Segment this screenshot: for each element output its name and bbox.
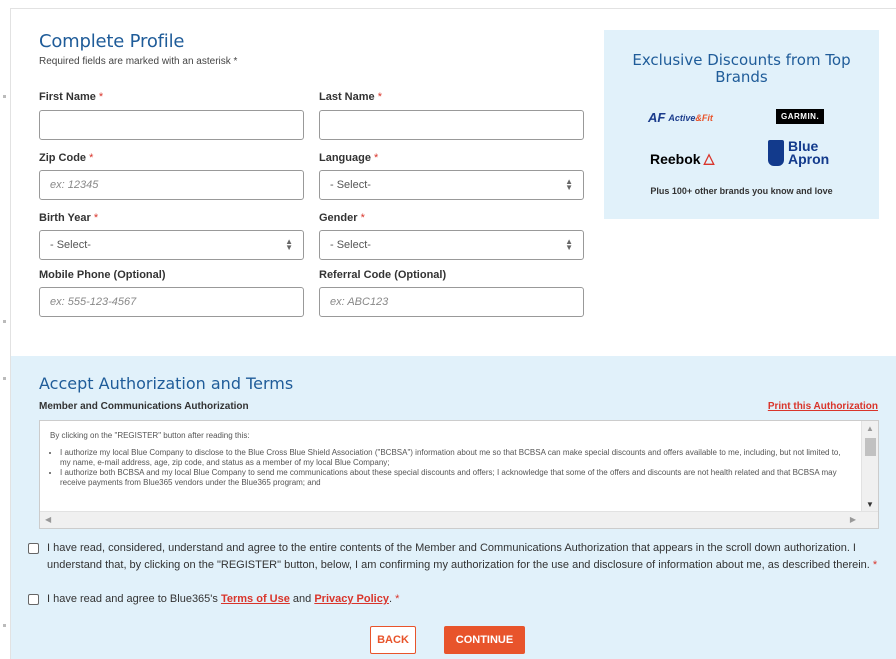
required-note: Required fields are marked with an aster… — [39, 56, 238, 67]
authorization-agree-row: I have read, considered, understand and … — [28, 540, 878, 574]
language-label: Language * — [319, 152, 378, 164]
authorization-agree-text: I have read, considered, understand and … — [47, 542, 870, 571]
required-asterisk: * — [374, 152, 379, 164]
profile-title: Complete Profile — [39, 31, 185, 52]
terms-and-text: and — [292, 593, 312, 605]
required-asterisk: * — [89, 152, 94, 164]
privacy-policy-link[interactable]: Privacy Policy — [314, 593, 389, 605]
discounts-note: Plus 100+ other brands you know and love — [650, 186, 833, 196]
required-asterisk: * — [93, 212, 99, 224]
active-fit-icon: AF — [648, 110, 666, 125]
referral-code-label: Referral Code (Optional) — [319, 269, 447, 281]
terms-agree-text: I have read and agree to Blue365's — [47, 593, 218, 605]
birth-year-label: Birth Year * — [39, 212, 98, 224]
terms-agree-row: I have read and agree to Blue365's Terms… — [28, 591, 878, 608]
language-selected-value: - Select- — [330, 179, 371, 191]
authorization-bullet: I authorize both BCBSA and my local Blue… — [60, 468, 850, 488]
authorization-agree-label: I have read, considered, understand and … — [47, 540, 878, 574]
referral-code-placeholder: ex: ABC123 — [330, 296, 389, 308]
first-name-input[interactable] — [39, 110, 304, 140]
scroll-right-icon[interactable]: ▶ — [850, 515, 856, 524]
edge-marker — [3, 624, 6, 627]
select-arrows-icon: ▲ ▼ — [565, 237, 573, 252]
continue-button[interactable]: CONTINUE — [444, 626, 525, 654]
last-name-label: Last Name * — [319, 91, 382, 103]
birth-year-select[interactable]: - Select- ▲ ▼ — [39, 230, 304, 260]
edge-marker — [3, 377, 6, 380]
select-arrows-icon: ▲ ▼ — [565, 177, 573, 192]
last-name-input[interactable] — [319, 110, 584, 140]
terms-of-use-link[interactable]: Terms of Use — [221, 593, 290, 605]
apron-icon — [768, 140, 784, 166]
scroll-up-icon[interactable]: ▲ — [866, 424, 874, 433]
birth-year-label-text: Birth Year — [39, 212, 91, 224]
gender-select[interactable]: - Select- ▲ ▼ — [319, 230, 584, 260]
authorization-intro: By clicking on the "REGISTER" button aft… — [50, 431, 250, 440]
scroll-down-icon[interactable]: ▼ — [866, 500, 874, 509]
scroll-left-icon[interactable]: ◀ — [45, 515, 51, 524]
edge-marker — [3, 320, 6, 323]
active-fit-text: Active — [668, 112, 696, 123]
mobile-phone-placeholder: ex: 555-123-4567 — [50, 296, 137, 308]
zip-code-input[interactable]: ex: 12345 — [39, 170, 304, 200]
last-name-label-text: Last Name — [319, 91, 375, 103]
terms-agree-label: I have read and agree to Blue365's Terms… — [47, 593, 400, 605]
first-name-label-text: First Name — [39, 91, 96, 103]
authorization-scroll-box[interactable]: By clicking on the "REGISTER" button aft… — [39, 420, 879, 529]
gender-selected-value: - Select- — [330, 239, 371, 251]
referral-code-input[interactable]: ex: ABC123 — [319, 287, 584, 317]
discounts-title: Exclusive Discounts from Top Brands — [632, 51, 851, 86]
mobile-phone-label: Mobile Phone (Optional) — [39, 269, 166, 281]
authorization-section: Accept Authorization and Terms Member an… — [11, 356, 896, 659]
language-label-text: Language — [319, 152, 371, 164]
required-asterisk: * — [872, 559, 878, 571]
blue-apron-text: Blue Apron — [788, 139, 830, 167]
authorization-title: Accept Authorization and Terms — [39, 374, 294, 393]
select-arrows-icon: ▲ ▼ — [285, 237, 293, 252]
back-button[interactable]: BACK — [370, 626, 416, 654]
required-asterisk: * — [377, 91, 382, 103]
reebok-text: Reebok — [650, 150, 701, 167]
authorization-bullets: I authorize my local Blue Company to dis… — [50, 448, 850, 488]
horizontal-scrollbar[interactable]: ◀ ▶ — [40, 511, 878, 528]
birth-year-selected-value: - Select- — [50, 239, 91, 251]
blue-apron-logo: Blue Apron — [768, 139, 830, 167]
required-asterisk: * — [360, 212, 365, 224]
authorization-bullet: I authorize my local Blue Company to dis… — [60, 448, 850, 468]
zip-code-label: Zip Code * — [39, 152, 93, 164]
zip-code-placeholder: ex: 12345 — [50, 179, 99, 191]
authorization-checkbox[interactable] — [28, 543, 39, 554]
active-fit-logo: AF Active&Fit — [648, 110, 713, 125]
language-select[interactable]: - Select- ▲ ▼ — [319, 170, 584, 200]
discounts-panel: Exclusive Discounts from Top Brands AF A… — [604, 30, 879, 219]
reebok-delta-icon: △ — [703, 150, 715, 166]
required-asterisk: * — [98, 91, 104, 103]
required-asterisk: * — [395, 593, 400, 605]
edge-marker — [3, 95, 6, 98]
scroll-thumb[interactable] — [865, 438, 876, 456]
garmin-logo: GARMIN. — [776, 109, 825, 124]
reebok-logo: Reebok △ — [650, 150, 714, 167]
terms-checkbox[interactable] — [28, 594, 39, 605]
vertical-scrollbar[interactable]: ▲ ▼ — [861, 421, 878, 512]
zip-code-label-text: Zip Code — [39, 152, 87, 164]
first-name-label: First Name * — [39, 91, 103, 103]
gender-label-text: Gender — [319, 212, 358, 224]
active-fit-suffix: &Fit — [695, 112, 713, 123]
gender-label: Gender * — [319, 212, 365, 224]
mobile-phone-input[interactable]: ex: 555-123-4567 — [39, 287, 304, 317]
print-authorization-link[interactable]: Print this Authorization — [768, 401, 878, 412]
blue-apron-line2: Apron — [788, 151, 830, 167]
authorization-text: By clicking on the "REGISTER" button aft… — [50, 431, 850, 488]
authorization-subtitle: Member and Communications Authorization — [39, 401, 249, 412]
